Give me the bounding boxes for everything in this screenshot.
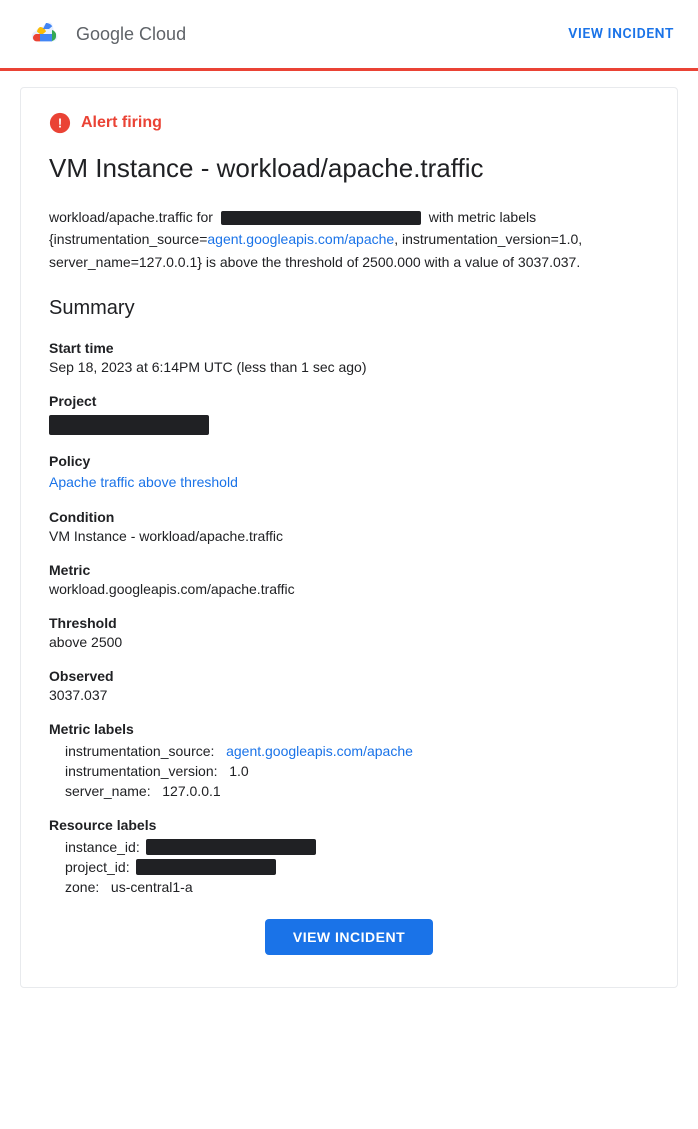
zone-value: us-central1-a [111, 879, 193, 895]
field-observed-value: 3037.037 [49, 687, 649, 703]
summary-title: Summary [49, 297, 649, 320]
google-cloud-logo-svg [24, 17, 66, 51]
zone-label: zone: [65, 879, 99, 895]
field-condition-value: VM Instance - workload/apache.traffic [49, 528, 649, 544]
field-metric-labels: Metric labels instrumentation_source: ag… [49, 721, 649, 799]
field-threshold-label: Threshold [49, 615, 649, 631]
view-incident-header-link[interactable]: VIEW INCIDENT [568, 26, 674, 42]
instance-id-redacted [146, 839, 316, 855]
view-incident-button[interactable]: VIEW INCIDENT [265, 919, 433, 955]
metric-label-instrumentation-version: instrumentation_version: 1.0 [49, 763, 649, 779]
instance-id-label: instance_id: [65, 839, 140, 855]
field-resource-labels-label: Resource labels [49, 817, 649, 833]
svg-text:!: ! [58, 116, 62, 131]
google-cloud-text: Google Cloud [76, 24, 186, 45]
description-prefix: workload/apache.traffic for [49, 209, 213, 225]
server-name-value: 127.0.0.1 [162, 783, 220, 799]
field-threshold-value: above 2500 [49, 634, 649, 650]
field-start-time-label: Start time [49, 340, 649, 356]
field-project-redacted [49, 415, 209, 435]
server-name-label: server_name: [65, 783, 151, 799]
alert-description: workload/apache.traffic for with metric … [49, 206, 649, 273]
alert-card: ! Alert firing VM Instance - workload/ap… [20, 87, 678, 988]
metric-label-server-name: server_name: 127.0.0.1 [49, 783, 649, 799]
alert-divider [0, 68, 698, 71]
resource-label-zone: zone: us-central1-a [49, 879, 649, 895]
policy-link[interactable]: Apache traffic above threshold [49, 474, 238, 490]
field-resource-labels: Resource labels instance_id: project_id:… [49, 817, 649, 895]
field-observed: Observed 3037.037 [49, 668, 649, 703]
field-observed-label: Observed [49, 668, 649, 684]
field-threshold: Threshold above 2500 [49, 615, 649, 650]
resource-label-instance-id: instance_id: [49, 839, 649, 855]
field-metric-labels-label: Metric labels [49, 721, 649, 737]
field-metric-value: workload.googleapis.com/apache.traffic [49, 581, 649, 597]
field-start-time: Start time Sep 18, 2023 at 6:14PM UTC (l… [49, 340, 649, 375]
instrumentation-source-label: instrumentation_source: [65, 743, 214, 759]
alert-firing-row: ! Alert firing [49, 112, 649, 134]
description-link[interactable]: agent.googleapis.com/apache [207, 231, 394, 247]
field-condition-label: Condition [49, 509, 649, 525]
project-id-label: project_id: [65, 859, 130, 875]
field-metric: Metric workload.googleapis.com/apache.tr… [49, 562, 649, 597]
field-metric-label: Metric [49, 562, 649, 578]
field-condition: Condition VM Instance - workload/apache.… [49, 509, 649, 544]
instrumentation-source-link[interactable]: agent.googleapis.com/apache [226, 743, 413, 759]
field-project: Project [49, 393, 649, 435]
field-policy-label: Policy [49, 453, 649, 469]
field-project-label: Project [49, 393, 649, 409]
description-redacted [221, 211, 421, 225]
page-title: VM Instance - workload/apache.traffic [49, 152, 649, 186]
project-id-redacted [136, 859, 276, 875]
alert-firing-label: Alert firing [81, 114, 162, 132]
resource-label-project-id: project_id: [49, 859, 649, 875]
instrumentation-version-label: instrumentation_version: [65, 763, 218, 779]
instrumentation-version-value: 1.0 [229, 763, 248, 779]
metric-label-instrumentation-source: instrumentation_source: agent.googleapis… [49, 743, 649, 759]
alert-error-icon: ! [49, 112, 71, 134]
field-start-time-value: Sep 18, 2023 at 6:14PM UTC (less than 1 … [49, 359, 649, 375]
header-logo: Google Cloud [24, 17, 186, 51]
field-policy: Policy Apache traffic above threshold [49, 453, 649, 491]
